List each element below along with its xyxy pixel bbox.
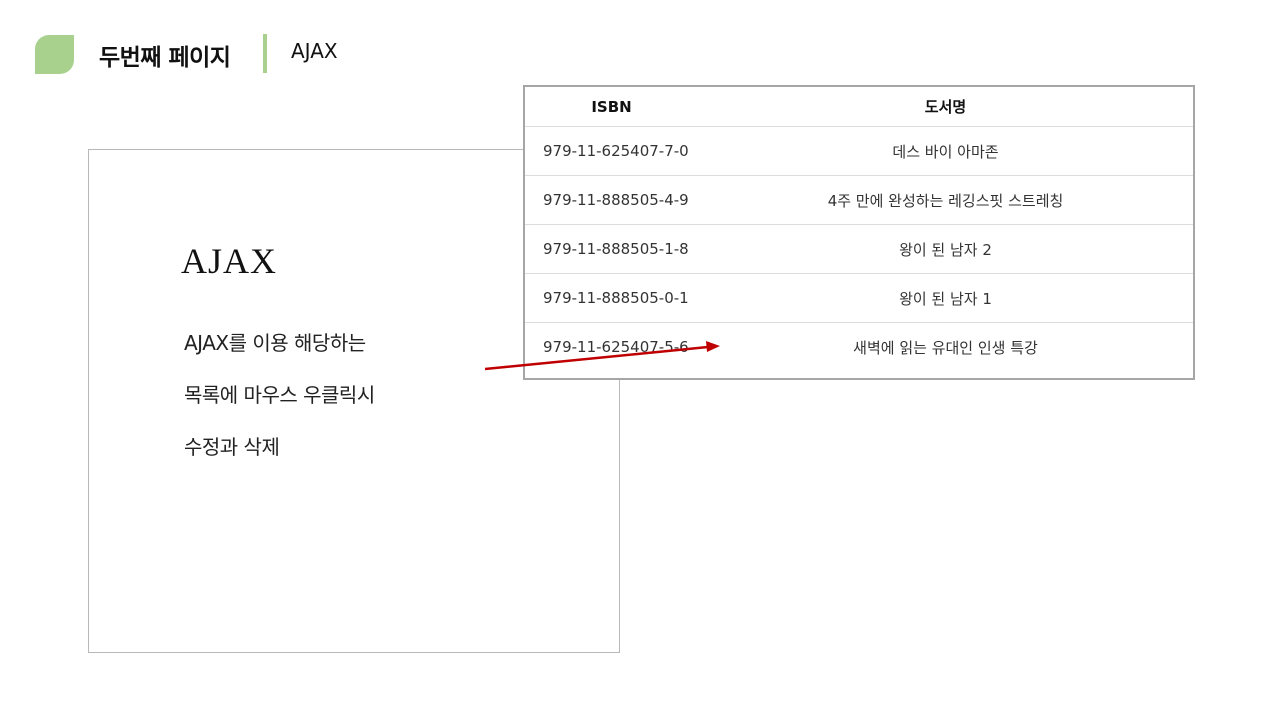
book-table: ISBN 도서명 979-11-625407-7-0 데스 바이 아마존 979…: [525, 87, 1193, 371]
book-table-screenshot: ISBN 도서명 979-11-625407-7-0 데스 바이 아마존 979…: [523, 85, 1195, 380]
title-divider: [263, 34, 267, 73]
card-line: AJAX를 이용 해당하는: [184, 331, 366, 355]
table-row[interactable]: 979-11-625407-7-0 데스 바이 아마존: [525, 126, 1193, 176]
title-cell: 4주 만에 완성하는 레깅스핏 스트레칭: [698, 175, 1193, 225]
table-header-row: ISBN 도서명: [525, 87, 1193, 127]
card-line: 목록에 마우스 우클릭시: [184, 383, 375, 407]
title-cell: 왕이 된 남자 2: [698, 224, 1193, 274]
title-cell: 데스 바이 아마존: [698, 126, 1193, 176]
table-row[interactable]: 979-11-888505-4-9 4주 만에 완성하는 레깅스핏 스트레칭: [525, 175, 1193, 225]
title-cell: 새벽에 읽는 유대인 인생 특강: [853, 338, 1038, 357]
table-row[interactable]: 979-11-888505-1-8 왕이 된 남자 2: [525, 224, 1193, 274]
table-row[interactable]: 979-11-625407-5-6 새벽에 읽는 유대인 인생 특강: [525, 323, 1193, 372]
isbn-cell: 979-11-888505-0-1: [525, 273, 698, 323]
leaf-logo-icon: [35, 35, 74, 74]
page-title: 두번째 페이지: [99, 45, 231, 71]
column-header-isbn: ISBN: [525, 87, 698, 127]
title-cell: 왕이 된 남자 1: [698, 273, 1193, 323]
table-row[interactable]: 979-11-888505-0-1 왕이 된 남자 1: [525, 273, 1193, 323]
column-header-title: 도서명: [698, 87, 1193, 127]
page-subtitle: AJAX: [291, 39, 338, 63]
isbn-cell: 979-11-625407-7-0: [525, 126, 698, 176]
card-title: AJAX: [181, 241, 278, 281]
isbn-cell: 979-11-888505-1-8: [525, 224, 698, 274]
isbn-cell: 979-11-888505-4-9: [525, 175, 698, 225]
card-line: 수정과 삭제: [184, 435, 280, 459]
isbn-cell: 979-11-625407-5-6: [543, 338, 689, 356]
